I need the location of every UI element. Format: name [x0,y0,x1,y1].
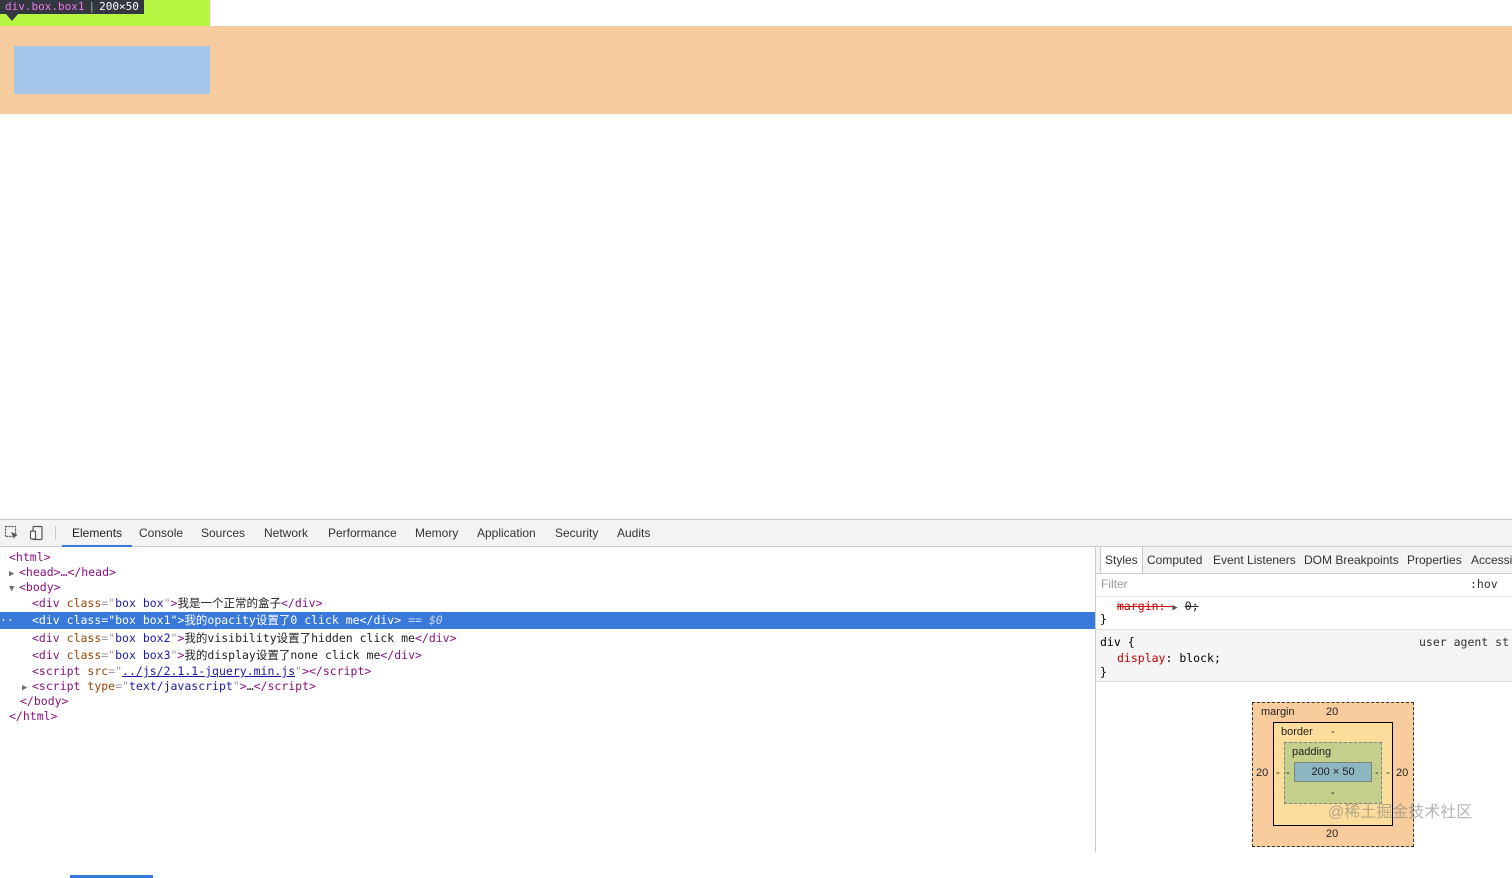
dom-node-script-inline[interactable]: ▶ <script type="text/javascript">…</scrip… [0,678,1117,694]
tab-dom-breakpoints[interactable]: DOM Breakpoints [1304,547,1399,573]
padding-label: padding [1292,746,1332,758]
toolbar-divider [55,526,56,540]
box-model-margin[interactable]: margin 20 20 20 20 border - - - padding … [1252,702,1414,847]
tab-network[interactable]: Network [264,520,308,546]
html-open-tag: <html> [9,550,51,564]
tab-memory[interactable]: Memory [415,520,458,546]
margin-right-value[interactable]: 20 [1396,767,1408,779]
expand-triangle-icon[interactable]: ▶ [1172,603,1177,613]
margin-bottom-value[interactable]: 20 [1326,828,1338,840]
margin-label: margin [1261,706,1295,718]
body-open-tag: <body> [19,580,61,594]
tooltip-body: div.box.box1 | 200×50 [0,0,144,14]
dom-node-body[interactable]: ▼ <body> [0,579,1104,595]
tab-security[interactable]: Security [555,520,598,546]
dom-node-html[interactable]: <html> [0,549,1104,565]
dom-node-html-close[interactable]: </html> [0,708,1104,724]
filter-input[interactable]: Filter [1101,577,1128,591]
tab-audits[interactable]: Audits [617,520,650,546]
styles-sidebar: Styles Computed Event Listeners DOM Brea… [1096,547,1512,852]
device-toolbar-icon[interactable] [29,525,45,541]
tab-sources[interactable]: Sources [201,520,245,546]
sidebar-tabs: Styles Computed Event Listeners DOM Brea… [1096,547,1512,574]
head-tag: <head>…</head> [19,565,116,579]
display-declaration[interactable]: display: block; [1117,651,1221,666]
tooltip-selector: div.box.box1 [5,0,85,13]
margin-top-value[interactable]: 20 [1326,706,1338,718]
div2-text: 我的opacity设置了0 click me [184,613,360,627]
selected-marker: == $0 [408,613,443,627]
filter-row: Filter :hov [1096,574,1512,597]
dom-node-div-box2[interactable]: <div class="box box2">我的visibility设置了hid… [0,630,1127,646]
tooltip-arrow [6,14,18,21]
tab-styles[interactable]: Styles [1100,547,1143,573]
elements-tree: <html> ▶ <head>…</head> ▼ <body> <div clas… [0,547,1127,878]
div3-text: 我的visibility设置了hidden click me [184,631,415,645]
tooltip-size: 200×50 [99,0,139,13]
tab-properties[interactable]: Properties [1407,547,1462,573]
box-model-padding[interactable]: padding - - - 200 × 50 [1284,742,1382,804]
display-value: block [1179,651,1214,665]
rule-close-brace: } [1100,665,1107,679]
watermark: @稀土掘金技术社区 [1328,804,1473,821]
border-right-value[interactable]: - [1386,767,1390,779]
tab-performance[interactable]: Performance [328,520,397,546]
border-top-value[interactable]: - [1331,726,1335,738]
style-rule-div: div { user agent st display: block; } [1096,630,1512,682]
div4-class: box box3 [115,648,171,662]
style-rule-margin: margin: ▶ 0; } [1096,597,1512,630]
div2-class: box box1 [115,613,171,627]
rule-close-brace: } [1100,612,1107,626]
div4-text: 我的display设置了none click me [184,648,381,662]
script-type: text/javascript [128,679,233,693]
devtools-panel: Elements Console Sources Network Perform… [0,519,1512,878]
tab-event-listeners[interactable]: Event Listeners [1213,547,1296,573]
border-label: border [1281,726,1313,738]
rule-source: user agent st [1419,635,1510,649]
dom-node-div-box1-selected[interactable]: ·· <div class="box box1">我的opacity设置了0 cl… [0,612,1127,629]
padding-left-value[interactable]: - [1286,767,1290,779]
tab-console[interactable]: Console [139,520,183,546]
margin-highlight [0,26,1512,114]
div3-class: box box2 [115,631,171,645]
body-close-tag: </body> [20,694,69,708]
html-close-tag: </html> [9,709,58,723]
element-tooltip: div.box.box1 | 200×50 [0,0,210,26]
dom-node-script-src[interactable]: <script src="../js/2.1.1-jquery.min.js">… [0,663,1127,679]
dom-node-body-close[interactable]: </body> [0,693,1115,709]
div1-class: box box [115,596,164,610]
more-actions-icon[interactable]: ·· [0,612,14,629]
tooltip-divider: | [88,0,96,13]
tab-application[interactable]: Application [477,520,536,546]
box-model-content[interactable]: 200 × 50 [1294,762,1372,782]
display-prop: display [1117,651,1166,665]
inspect-element-icon[interactable] [4,525,20,541]
margin-declaration[interactable]: margin: ▶ 0; [1117,599,1199,616]
margin-prop: margin [1117,599,1159,613]
margin-left-value[interactable]: 20 [1256,767,1268,779]
dom-node-div-box3[interactable]: <div class="box box3">我的display设置了none c… [0,647,1127,663]
border-left-value[interactable]: - [1276,767,1280,779]
page-viewport: div.box.box1 | 200×50 [0,0,1512,519]
tab-elements[interactable]: Elements [61,520,133,547]
hov-button[interactable]: :hov [1470,577,1498,591]
rule-selector: div { [1100,635,1135,649]
tab-accessibility[interactable]: Accessi [1471,547,1512,573]
tab-computed[interactable]: Computed [1147,547,1202,573]
div1-text: 我是一个正常的盒子 [177,596,281,610]
padding-right-value[interactable]: - [1375,767,1379,779]
script-src-link[interactable]: ../js/2.1.1-jquery.min.js [122,664,295,678]
content-highlight [14,46,210,94]
margin-value: 0 [1184,599,1192,613]
devtools-toolbar: Elements Console Sources Network Perform… [0,520,1512,547]
dom-node-div-box[interactable]: <div class="box box">我是一个正常的盒子</div> [0,595,1127,611]
dom-node-head[interactable]: ▶ <head>…</head> [0,564,1104,580]
